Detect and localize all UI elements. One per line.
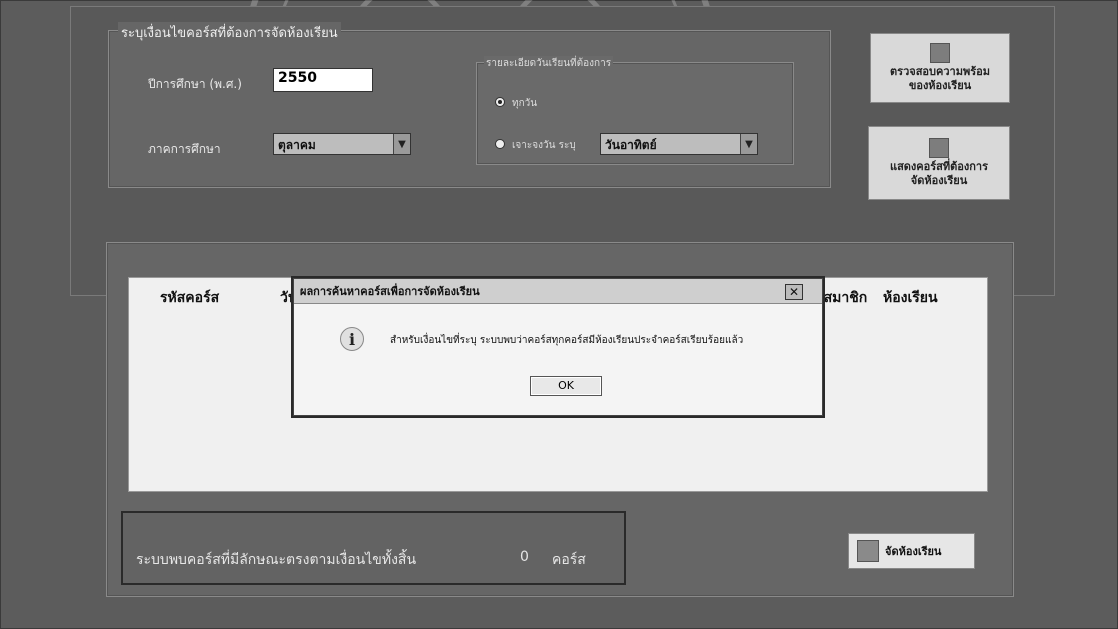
dialog-message: สำหรับเงื่อนไขที่ระบุ ระบบพบว่าคอร์สทุกค…	[390, 335, 744, 346]
assign-rooms-label: จัดห้องเรียน	[885, 545, 942, 558]
specific-day-select[interactable]: วันอาทิตย์ ▼	[600, 133, 758, 155]
people-icon	[929, 138, 949, 158]
year-label: ปีการศึกษา (พ.ศ.)	[148, 77, 242, 91]
days-group-title: รายละเอียดวันเรียนที่ต้องการ	[484, 56, 614, 71]
specific-day-select-value: วันอาทิตย์	[605, 138, 657, 152]
show-courses-line1: แสดงคอร์สที่ต้องการ	[889, 160, 989, 173]
semester-select-value: ตุลาคม	[278, 138, 316, 152]
room-icon	[857, 540, 879, 562]
status-suffix: คอร์ส	[552, 552, 586, 568]
info-icon: i	[340, 327, 364, 351]
assign-rooms-button[interactable]: จัดห้องเรียน	[848, 533, 975, 569]
chevron-down-icon[interactable]: ▼	[740, 134, 757, 154]
status-prefix: ระบบพบคอร์สที่มีลักษณะตรงตามเงื่อนไขทั้ง…	[136, 552, 417, 568]
every-day-label: ทุกวัน	[512, 98, 538, 109]
criteria-panel-title: ระบุเงื่อนไขคอร์สที่ต้องการจัดห้องเรียน	[118, 22, 341, 43]
specific-day-label: เจาะจงวัน ระบุ	[512, 140, 576, 151]
ok-button[interactable]: OK	[530, 376, 602, 396]
year-input[interactable]: 2550	[273, 68, 373, 92]
show-courses-line2: จัดห้องเรียน	[910, 174, 968, 187]
dialog-close-button[interactable]: ✕	[785, 284, 803, 300]
chevron-down-icon[interactable]: ▼	[393, 134, 410, 154]
dialog-title-bar: ผลการค้นหาคอร์สเพื่อการจัดห้องเรียน	[294, 279, 822, 304]
col-header-room[interactable]: ห้องเรียน	[883, 287, 938, 309]
specific-day-radio[interactable]	[495, 139, 505, 149]
status-summary	[121, 511, 626, 585]
col-header-course-code[interactable]: รหัสคอร์ส	[160, 287, 219, 309]
semester-label: ภาคการศึกษา	[148, 142, 221, 156]
calendar-icon	[930, 43, 950, 63]
check-ready-line2: ของห้องเรียน	[908, 79, 972, 92]
check-room-readiness-button[interactable]: ตรวจสอบความพร้อม ของห้องเรียน	[870, 33, 1010, 103]
every-day-radio[interactable]	[495, 97, 505, 107]
semester-select[interactable]: ตุลาคม ▼	[273, 133, 411, 155]
status-count: 0	[520, 549, 529, 565]
dialog-title: ผลการค้นหาคอร์สเพื่อการจัดห้องเรียน	[300, 285, 480, 298]
check-ready-line1: ตรวจสอบความพร้อม	[890, 65, 990, 78]
show-courses-button[interactable]: แสดงคอร์สที่ต้องการ จัดห้องเรียน	[868, 126, 1010, 200]
